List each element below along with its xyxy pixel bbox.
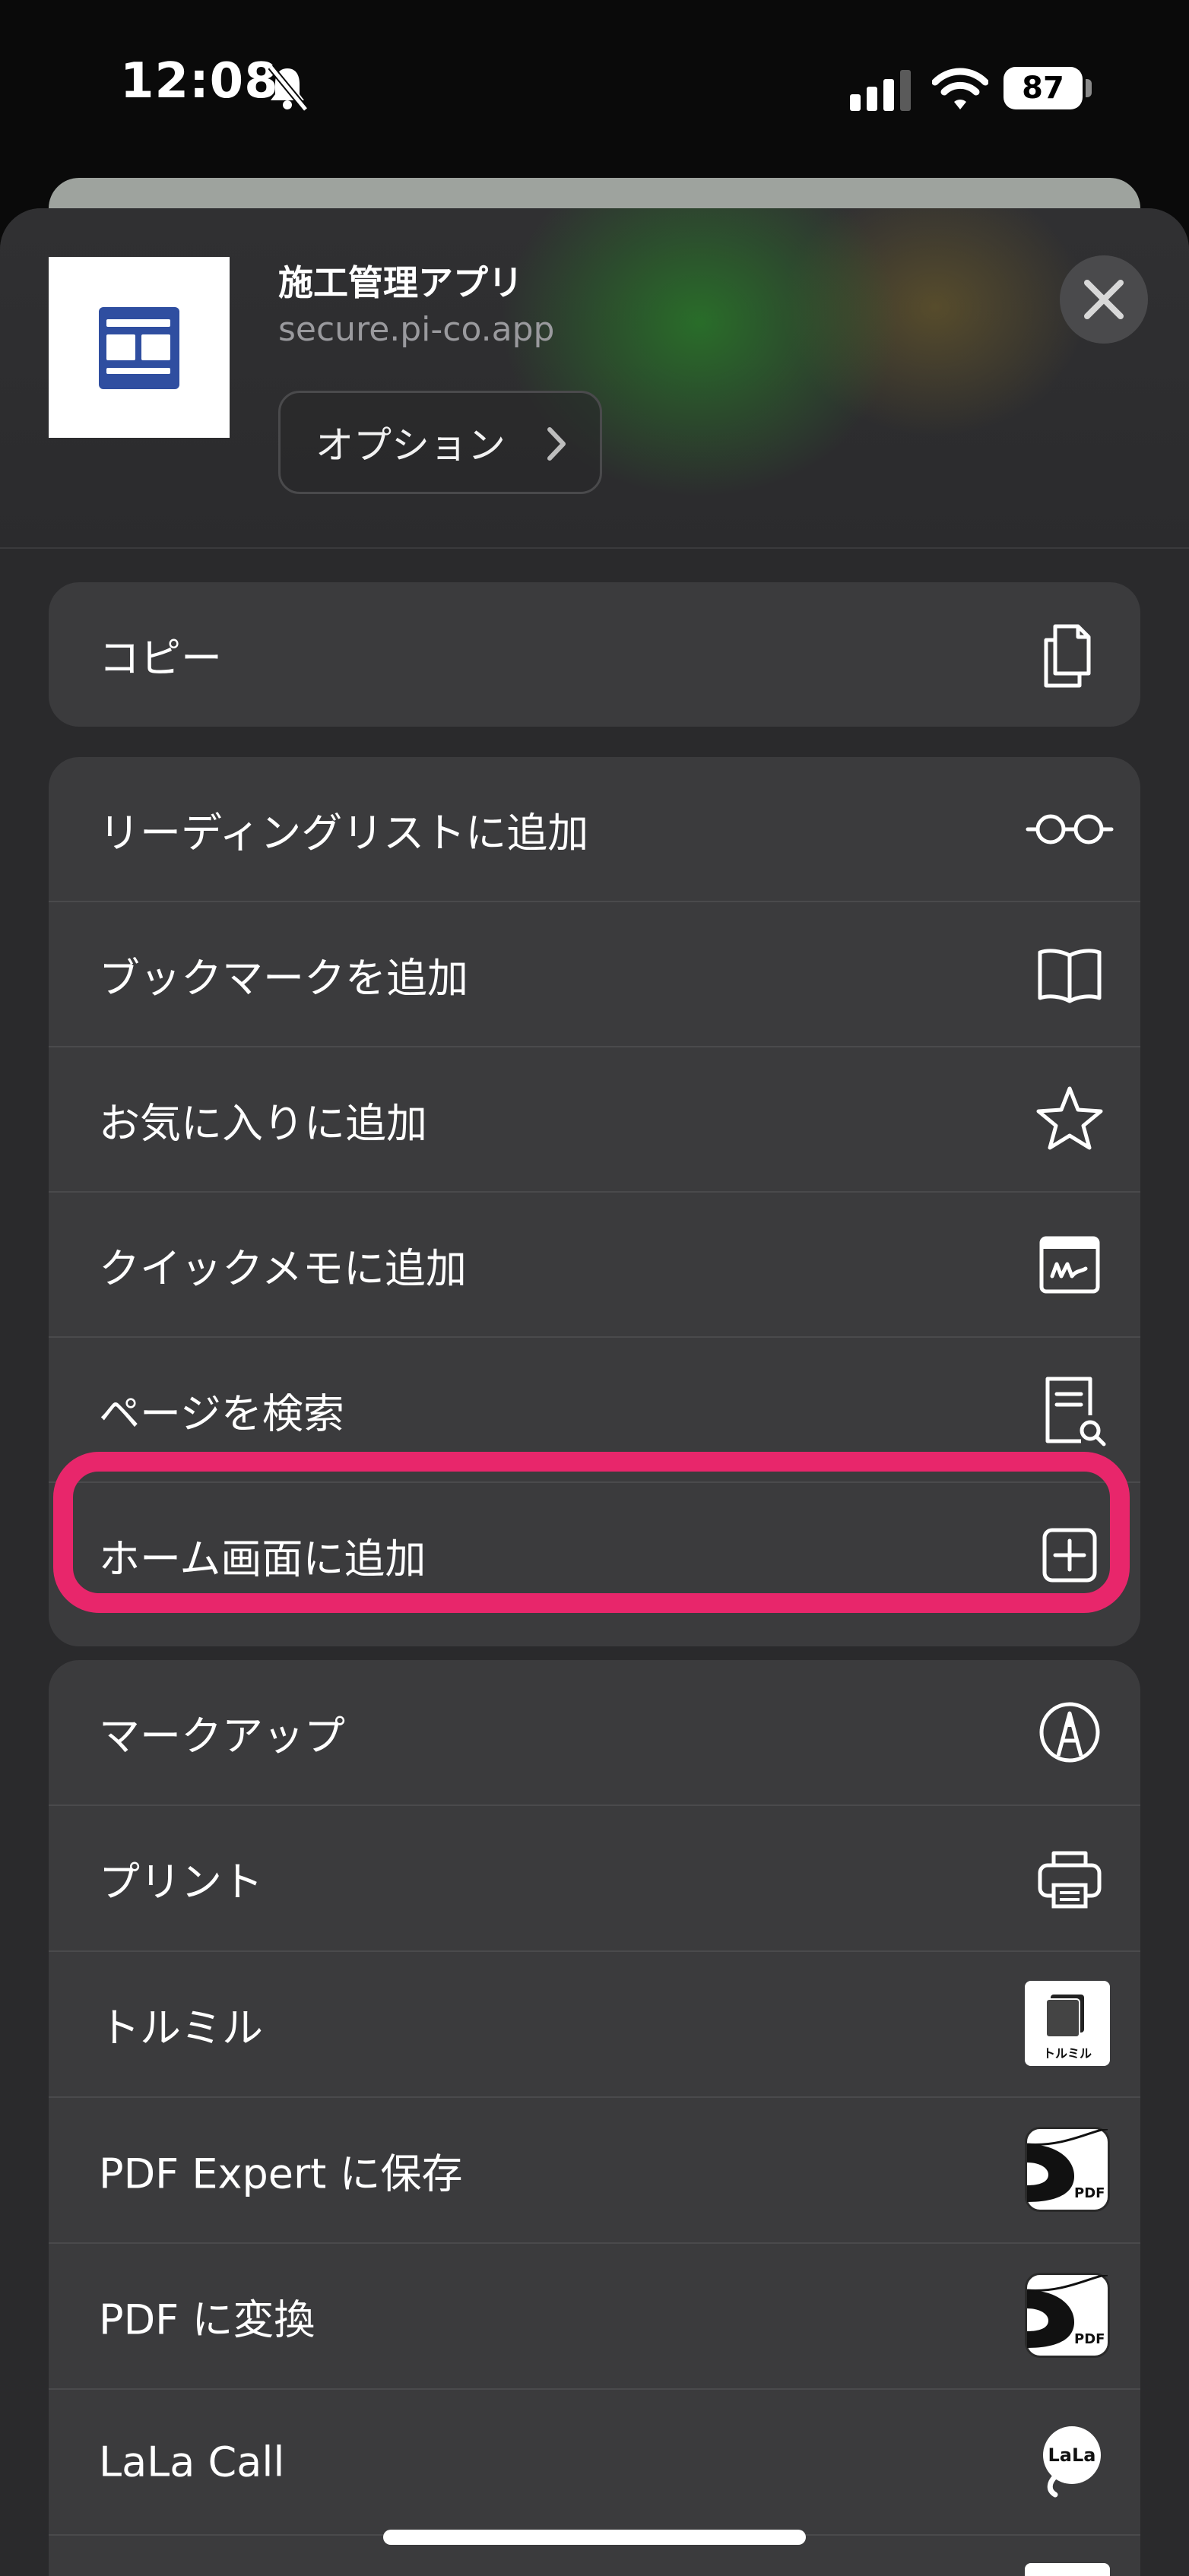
copy-group: コピー (49, 582, 1140, 727)
battery-level: 87 (1022, 71, 1064, 106)
silent-bell-icon (266, 64, 309, 116)
add-favorites-action[interactable]: お気に入りに追加 (49, 1047, 1140, 1192)
add-bookmark-action[interactable]: ブックマークを追加 (49, 902, 1140, 1047)
close-icon (1084, 280, 1124, 319)
action-label: LaLa Call (99, 2438, 285, 2486)
lala-call-icon: LaLa (1025, 2417, 1114, 2507)
pdf-expert-icon-text: PDF (1074, 2185, 1105, 2201)
battery-nub (1086, 79, 1092, 97)
chevron-right-icon (545, 426, 568, 471)
quick-note-icon (1025, 1220, 1114, 1310)
thumbnail-image (99, 307, 179, 389)
action-label: PDF に変換 (99, 2296, 315, 2344)
battery-icon: 87 (1004, 67, 1083, 109)
action-label: PDF Expert に保存 (99, 2150, 463, 2198)
action-label: トルミル (99, 2004, 263, 2052)
action-label: ページを検索 (99, 1389, 344, 1438)
share-sheet: 施工管理アプリ secure.pi-co.app オプション コピー リーディン… (0, 208, 1189, 2576)
add-reading-list-action[interactable]: リーディングリストに追加 (49, 757, 1140, 901)
markup-icon (1025, 1687, 1114, 1777)
action-label: リーディングリストに追加 (99, 809, 589, 857)
action-label: マークアップ (99, 1712, 345, 1760)
app-thumbnail (49, 257, 230, 438)
pdf-convert-icon-text: PDF (1074, 2331, 1105, 2347)
status-time: 12:08 (120, 53, 279, 109)
wifi-icon (931, 67, 989, 114)
options-button[interactable]: オプション (278, 391, 602, 494)
highlight-frame (53, 1452, 1130, 1613)
action-label: プリント (99, 1858, 263, 1906)
action-label: お気に入りに追加 (99, 1099, 427, 1148)
shared-page-url: secure.pi-co.app (278, 310, 555, 349)
glasses-icon (1025, 784, 1114, 874)
pdf-convert-action[interactable]: PDF に変換 PDF (49, 2244, 1140, 2388)
options-label: オプション (315, 423, 506, 467)
torumiru-app-icon: トルミル (1025, 1981, 1110, 2066)
star-icon (1025, 1075, 1114, 1164)
copy-icon (1025, 610, 1114, 699)
print-action[interactable]: プリント (49, 1806, 1140, 1950)
torumiru-icon-text: トルミル (1042, 2046, 1092, 2061)
copy-action[interactable]: コピー (49, 582, 1140, 727)
printer-icon (1025, 1833, 1114, 1923)
pdf-expert-action[interactable]: PDF Expert に保存 PDF (49, 2098, 1140, 2242)
action-label: コピー (99, 634, 222, 683)
home-indicator[interactable] (383, 2530, 806, 2545)
lala-call-action[interactable]: LaLa Call LaLa (49, 2390, 1140, 2534)
action-label: ブックマークを追加 (99, 954, 468, 1003)
lala-icon-text: LaLa (1048, 2445, 1096, 2466)
torumiru-action[interactable]: トルミル トルミル (49, 1952, 1140, 2096)
partial-app-icon (1025, 2563, 1110, 2576)
doc-search-icon (1025, 1365, 1114, 1455)
markup-action[interactable]: マークアップ (49, 1660, 1140, 1804)
pdf-expert-icon: PDF (1025, 2127, 1110, 2212)
close-button[interactable] (1060, 255, 1148, 344)
apps-group: マークアップ プリント トルミル トルミル PDF Expert に保存 PDF… (49, 1660, 1140, 2576)
shared-page-title: 施工管理アプリ (278, 262, 523, 303)
action-label: クイックメモに追加 (99, 1244, 467, 1293)
share-sheet-screen: 12:08 87 施工管理アプリ secure.pi-co.app オプション … (0, 0, 1189, 2576)
share-sheet-header: 施工管理アプリ secure.pi-co.app オプション (0, 208, 1189, 549)
book-icon (1025, 930, 1114, 1019)
cellular-signal-icon (850, 70, 912, 114)
pdf-convert-icon: PDF (1025, 2273, 1110, 2358)
add-quick-note-action[interactable]: クイックメモに追加 (49, 1193, 1140, 1337)
